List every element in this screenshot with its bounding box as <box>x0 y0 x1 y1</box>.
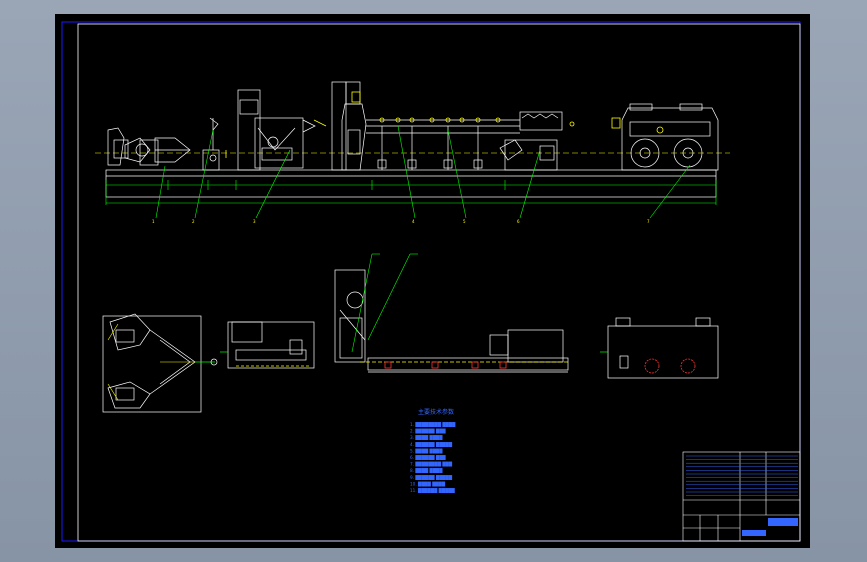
view-trough-plan <box>334 269 570 373</box>
svg-text:6: 6 <box>517 219 520 224</box>
dimension-lines <box>105 180 717 205</box>
title-block <box>682 451 801 542</box>
take-up-winder <box>621 103 719 171</box>
title-block-fills <box>742 518 798 536</box>
notes-line: 5. ████ ████ <box>410 448 443 454</box>
svg-text:5: 5 <box>463 219 466 224</box>
view-payoff-details <box>107 323 195 401</box>
notes-line: 8. ████ ████ <box>410 468 443 474</box>
notes-line: 3. ████ ████ <box>410 435 443 441</box>
cad-drawing: 1 2 3 4 5 6 7 主要技术参数 1. ████████ ████2. … <box>61 21 801 542</box>
cooling-trough <box>377 126 483 170</box>
view-trough-hidden <box>384 361 507 369</box>
notes-line: 6. ██████ ███ <box>410 455 446 461</box>
view-tension-plan <box>220 321 315 369</box>
callout-leaders <box>155 125 691 219</box>
notes-line: 7. ████████ ███ <box>410 462 453 468</box>
notes-line: 10. ████ ████ <box>410 481 446 487</box>
svg-text:1: 1 <box>152 219 155 224</box>
pay-off-stand <box>107 127 191 166</box>
notes-title: 主要技术参数 <box>418 408 454 416</box>
notes-line: 9. ██████ █████ <box>410 475 453 481</box>
view-winder-hidden <box>644 358 696 374</box>
cad-viewport[interactable]: 1 2 3 4 5 6 7 主要技术参数 1. ████████ ████ 2.… <box>0 0 867 562</box>
base-frame <box>105 169 717 198</box>
tension-unit <box>202 117 220 171</box>
notes-line: 11. ██████ █████ <box>410 488 456 494</box>
svg-text:4: 4 <box>412 219 415 224</box>
notes-line: 4. ██████ █████ <box>410 442 453 448</box>
haul-off-unit <box>499 111 563 171</box>
elevation-view <box>95 81 730 198</box>
svg-text:3: 3 <box>253 219 256 224</box>
drawing-sheet[interactable]: 1 2 3 4 5 6 7 主要技术参数 1. ████████ ████ 2.… <box>55 14 810 548</box>
notes-line: 1. ████████ ████ <box>410 422 456 428</box>
technical-notes: 主要技术参数 1. ████████ ████2. ██████ ███3. █… <box>410 408 456 494</box>
notes-line: 2. ██████ ███ <box>410 429 446 435</box>
view-winder-plan <box>600 317 719 379</box>
callout-markers: 1 2 3 4 5 6 7 <box>152 219 650 224</box>
view-payoff-plan <box>102 313 218 413</box>
title-block-rows <box>686 455 798 496</box>
svg-text:7: 7 <box>647 219 650 224</box>
preheater-cabinet <box>237 89 316 171</box>
svg-text:2: 2 <box>192 219 195 224</box>
